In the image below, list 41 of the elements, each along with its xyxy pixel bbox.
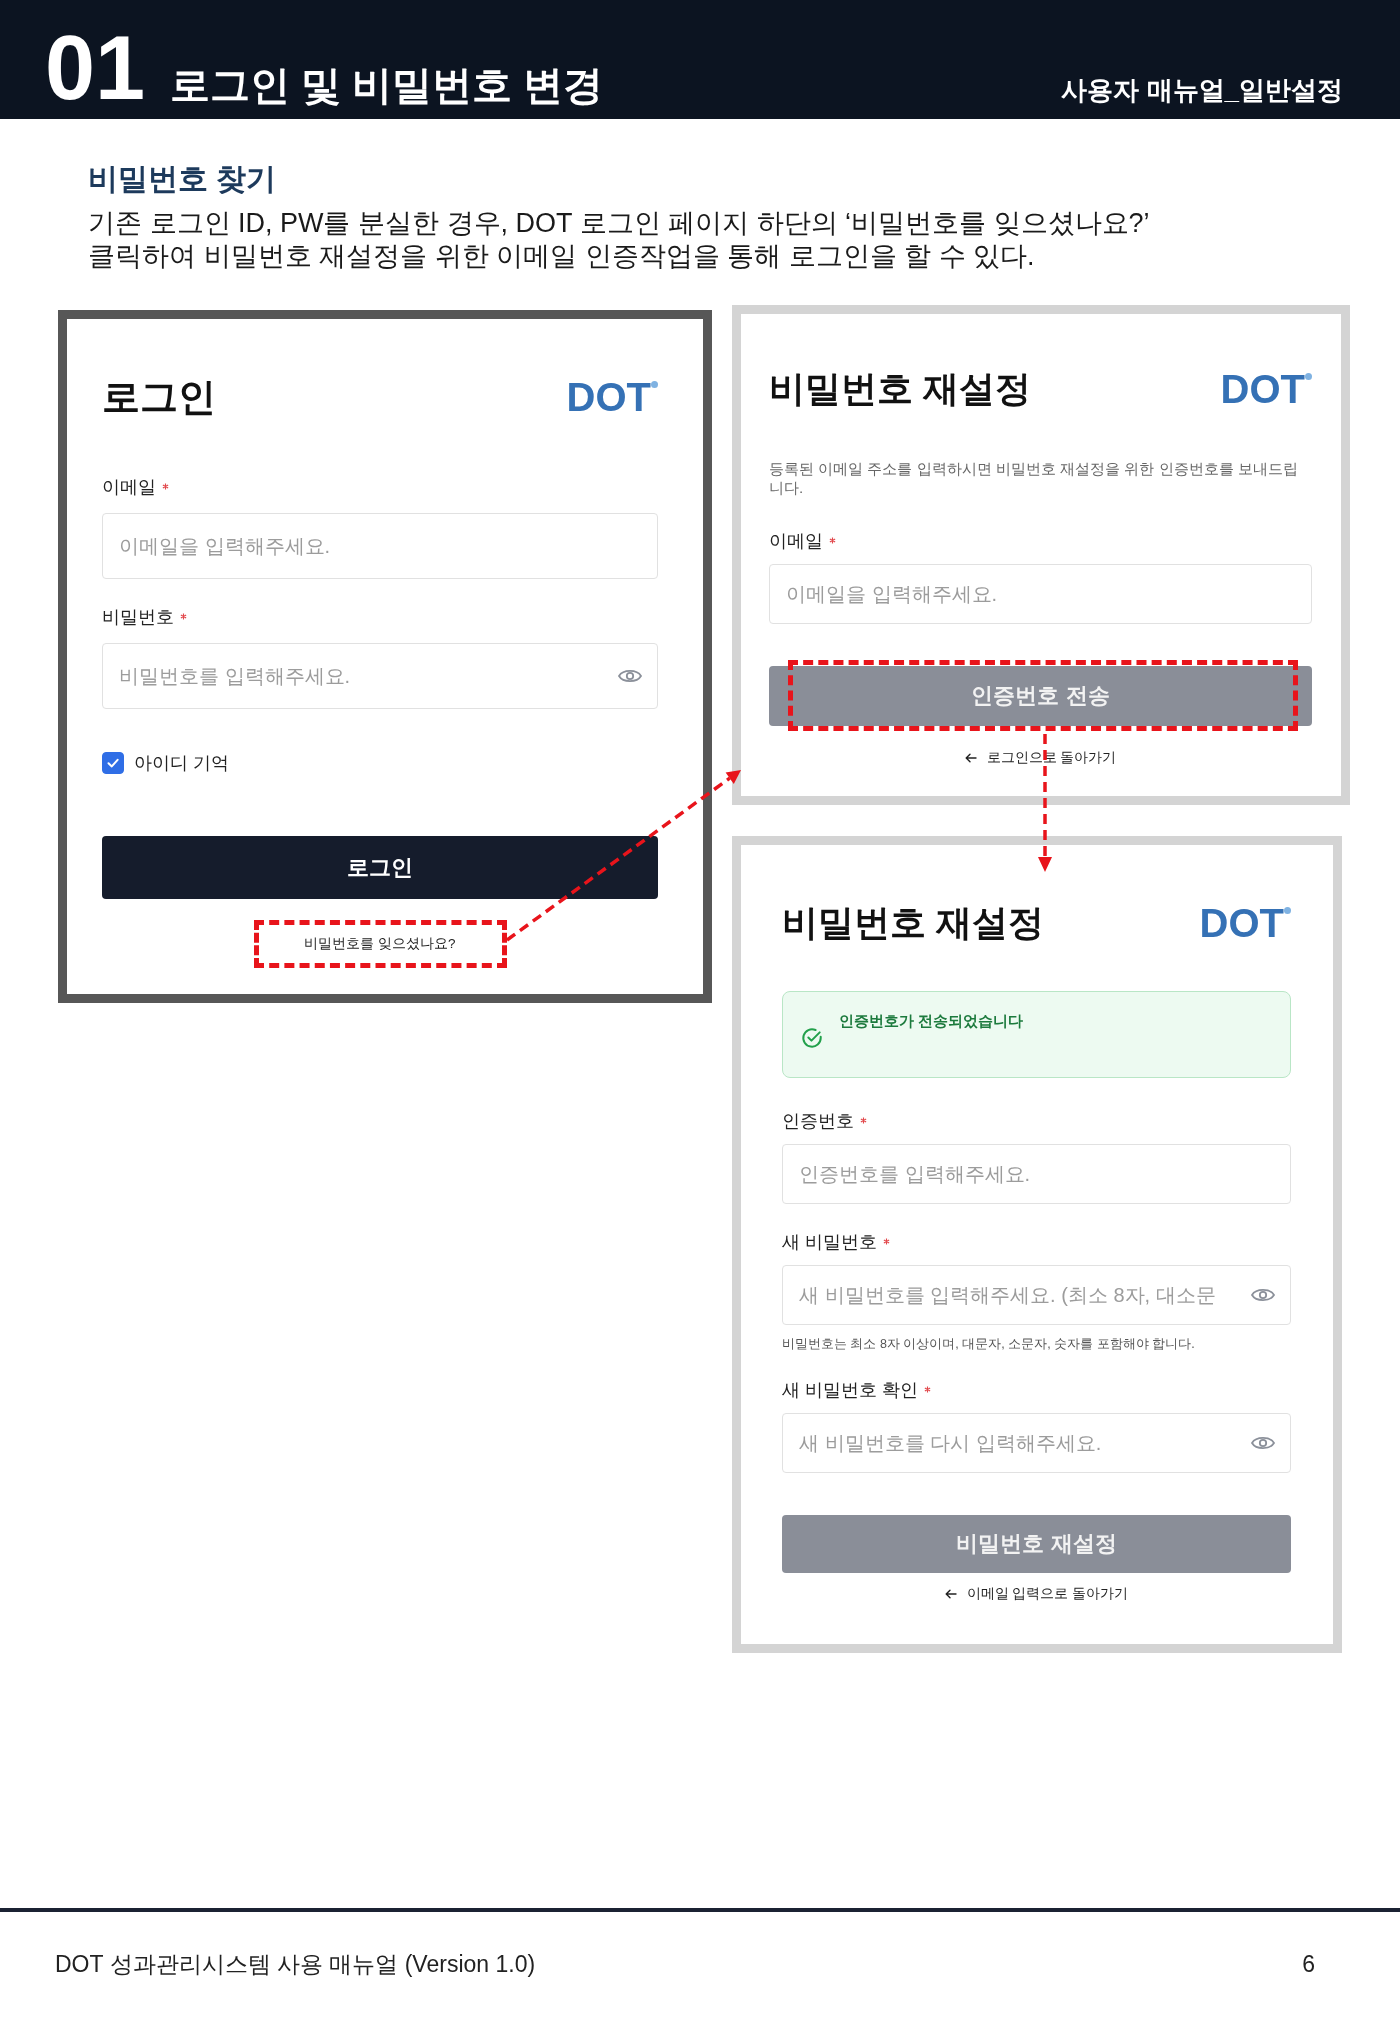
section-description: 기존 로그인 ID, PW를 분실한 경우, DOT 로그인 페이지 하단의 ‘비밀번호를 잊으셨나요?’ 클릭하여 비밀번호 재설정을 위한 이메일 인증작업을 통해 로그인을 할 수 있다. bbox=[88, 207, 1150, 273]
field-label: 이메일 bbox=[102, 476, 156, 499]
screen-title: 비밀번호 재설정 bbox=[769, 367, 1031, 411]
screen-title: 로그인 bbox=[102, 375, 216, 420]
input-field[interactable]: 이메일을 입력해주세요. bbox=[102, 513, 658, 579]
field-label: 비밀번호 bbox=[102, 606, 174, 629]
field-label: 인증번호 bbox=[782, 1110, 854, 1133]
field-label: 새 비밀번호 bbox=[782, 1231, 877, 1254]
text-link[interactable]: 로그인으로 돌아가기 bbox=[964, 749, 1117, 767]
dot-logo: DOT bbox=[1220, 366, 1312, 412]
alert-message: 인증번호가 전송되었습니다 bbox=[839, 1011, 1024, 1031]
checkbox[interactable] bbox=[102, 752, 124, 774]
dot-logo: DOT bbox=[1199, 900, 1291, 946]
hint-text: 비밀번호는 최소 8자 이상이며, 대문자, 소문자, 숫자를 포함해야 합니다. bbox=[782, 1336, 1195, 1352]
chapter-title: 로그인 및 비밀번호 변경 bbox=[170, 62, 604, 109]
check-circle-icon bbox=[801, 1027, 823, 1049]
eye-icon[interactable] bbox=[1251, 1287, 1275, 1303]
manual-section-label: 사용자 매뉴얼_일반설정 bbox=[1061, 74, 1343, 106]
text-link[interactable]: 이메일 입력으로 돌아가기 bbox=[944, 1585, 1129, 1603]
left-arrow-icon bbox=[964, 753, 977, 763]
input-field[interactable]: 비밀번호를 입력해주세요. bbox=[102, 643, 658, 709]
text-link[interactable]: 비밀번호를 잊으셨나요? bbox=[304, 935, 456, 953]
input-field[interactable]: 인증번호를 입력해주세요. bbox=[782, 1144, 1291, 1204]
section-title: 비밀번호 찾기 bbox=[88, 161, 277, 197]
input-field[interactable]: 새 비밀번호를 입력해주세요. (최소 8자, 대소문 bbox=[782, 1265, 1291, 1325]
eye-icon[interactable] bbox=[1251, 1435, 1275, 1451]
input-field[interactable]: 이메일을 입력해주세요. bbox=[769, 564, 1312, 624]
field-label: 새 비밀번호 확인 bbox=[782, 1379, 918, 1402]
chapter-number: 01 bbox=[45, 23, 146, 113]
submit-button[interactable]: 로그인 bbox=[102, 836, 658, 899]
eye-icon[interactable] bbox=[618, 668, 642, 684]
checkbox-label: 아이디 기억 bbox=[134, 752, 229, 775]
screen-title: 비밀번호 재설정 bbox=[782, 901, 1044, 945]
left-arrow-icon bbox=[944, 1589, 957, 1599]
input-field[interactable]: 새 비밀번호를 다시 입력해주세요. bbox=[782, 1413, 1291, 1473]
instruction-text: 등록된 이메일 주소를 입력하시면 비밀번호 재설정을 위한 인증번호를 보내드립니다. bbox=[769, 459, 1299, 497]
page-number: 6 bbox=[1302, 1950, 1315, 1979]
dot-logo: DOT bbox=[566, 374, 658, 420]
checkmark-icon bbox=[106, 756, 120, 770]
field-label: 이메일 bbox=[769, 530, 823, 553]
footer-text: DOT 성과관리시스템 사용 매뉴얼 (Version 1.0) bbox=[55, 1950, 536, 1979]
